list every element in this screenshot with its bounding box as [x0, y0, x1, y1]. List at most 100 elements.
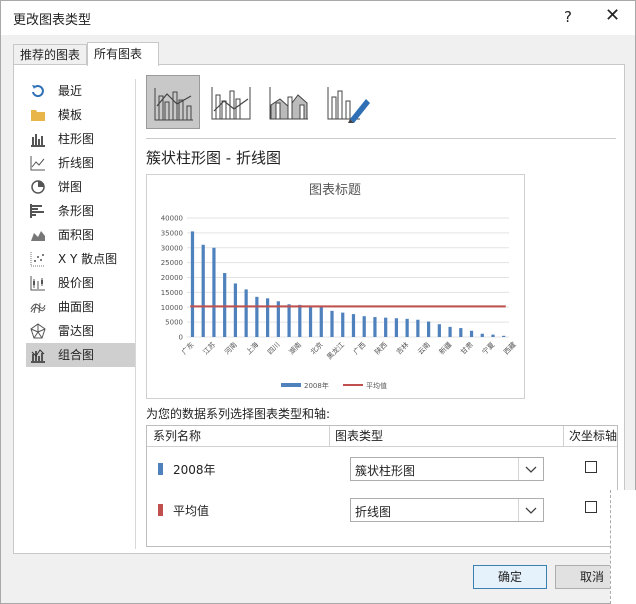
- bar: [233, 283, 238, 337]
- sidebar-item-bar[interactable]: 条形图: [26, 199, 136, 223]
- bar: [362, 316, 366, 337]
- bar: [190, 231, 195, 337]
- subtype-custom-combination[interactable]: [320, 75, 374, 129]
- radar-chart-icon: [30, 323, 46, 339]
- all-charts-panel: 最近 模板 柱形图 折线图 饼图 条形图 面积图 X Y 散点图 股价图 曲面图…: [13, 64, 625, 554]
- chart-subtype-heading: 簇状柱形图 - 折线图: [146, 149, 281, 167]
- title-bar: 更改图表类型 ? ✕: [1, 1, 635, 35]
- gallery-divider: [146, 138, 616, 139]
- dialog-title: 更改图表类型: [13, 13, 92, 28]
- series-color-swatch: [158, 463, 163, 475]
- subtype-clustered-column-line-secondary[interactable]: [204, 75, 258, 129]
- x-tick-label: 西藏: [502, 340, 518, 356]
- bar: [330, 310, 334, 337]
- tab-recommended-charts[interactable]: 推荐的图表: [13, 44, 87, 64]
- secondary-axis-checkbox-average[interactable]: [585, 501, 597, 513]
- sidebar-item-line[interactable]: 折线图: [26, 151, 136, 175]
- folder-icon: [31, 110, 45, 121]
- y-tick-label: 20000: [161, 274, 183, 282]
- sidebar-item-surface[interactable]: 曲面图: [26, 295, 136, 319]
- scatter-chart-icon: [30, 252, 45, 267]
- chart-preview: 图表标题 0 5000 10000 15000 20000 25000 30000 35000…: [146, 174, 525, 399]
- x-tick-label: 河南: [222, 340, 238, 356]
- subtype-stacked-area-column[interactable]: [262, 75, 316, 129]
- bar: [212, 247, 216, 337]
- sidebar-item-label: 面积图: [58, 228, 95, 242]
- sidebar-item-label: 雷达图: [58, 324, 95, 338]
- bar: [223, 273, 227, 337]
- sidebar-item-recent[interactable]: 最近: [26, 79, 136, 103]
- select-value: 簇状柱形图: [355, 464, 416, 478]
- legend-label-2008: 2008年: [304, 381, 329, 390]
- sidebar-item-scatter[interactable]: X Y 散点图: [26, 247, 136, 271]
- y-tick-label: 35000: [161, 229, 183, 237]
- x-tick-label: 上海: [244, 340, 260, 356]
- chevron-down-icon[interactable]: [518, 499, 543, 521]
- header-underline: [147, 446, 617, 447]
- x-tick-label: 广东: [180, 340, 196, 356]
- bar: [373, 317, 377, 337]
- y-tick-label: 25000: [161, 259, 183, 267]
- series-name-average: 平均值: [173, 504, 210, 518]
- bar: [437, 324, 441, 337]
- sidebar-item-label: 股价图: [58, 276, 95, 290]
- sidebar-divider: [135, 79, 136, 549]
- combo-chart-icon: [31, 349, 45, 363]
- bar: [469, 330, 474, 337]
- x-tick-label: 北京: [308, 340, 324, 356]
- close-button[interactable]: ✕: [605, 5, 620, 26]
- chart-type-select-2008[interactable]: 簇状柱形图: [350, 457, 544, 481]
- bar: [287, 304, 291, 337]
- sidebar-item-stock[interactable]: 股价图: [26, 271, 136, 295]
- y-tick-label: 5000: [165, 319, 183, 327]
- clustered-column-line-secondary-icon: [211, 87, 251, 120]
- ok-button[interactable]: 确定: [473, 565, 547, 589]
- secondary-axis-checkbox-2008[interactable]: [585, 461, 597, 473]
- sidebar-item-label: 饼图: [58, 180, 83, 194]
- series-table: 系列名称 图表类型 次坐标轴 2008年 簇状柱形图 平均值 折线图: [146, 425, 618, 547]
- change-chart-type-dialog: 更改图表类型 ? ✕ 推荐的图表 所有图表 最近 模板 柱形图 折线图 饼图 条…: [0, 0, 636, 604]
- sidebar-item-label: 条形图: [58, 204, 95, 218]
- sidebar-item-label: 组合图: [58, 348, 95, 362]
- y-tick-label: 15000: [161, 289, 183, 297]
- clustered-column-line-icon: [154, 88, 193, 121]
- x-tick-label: 江苏: [201, 340, 217, 356]
- sidebar-item-label: X Y 散点图: [58, 252, 118, 266]
- chevron-down-icon[interactable]: [518, 458, 543, 480]
- bar: [448, 326, 452, 337]
- bar: [384, 317, 388, 337]
- y-tick-label: 10000: [161, 304, 183, 312]
- y-tick-label: 40000: [161, 215, 183, 223]
- x-tick-label: 吉林: [394, 340, 410, 356]
- sidebar-item-label: 最近: [58, 84, 83, 98]
- background-worksheet: [610, 490, 636, 604]
- x-tick-label: 甘肃: [459, 340, 475, 356]
- sidebar-item-templates[interactable]: 模板: [26, 103, 136, 127]
- sidebar-item-area[interactable]: 面积图: [26, 223, 136, 247]
- bar: [308, 305, 313, 337]
- column-chart-icon: [31, 134, 45, 147]
- surface-chart-icon: [30, 302, 46, 314]
- bar: [480, 333, 484, 337]
- subtype-clustered-column-line[interactable]: [146, 75, 200, 129]
- chart-type-select-average[interactable]: 折线图: [350, 498, 544, 522]
- sidebar-item-combo[interactable]: 组合图: [26, 343, 136, 367]
- series-color-swatch: [158, 504, 163, 516]
- sidebar-item-label: 折线图: [58, 156, 95, 170]
- legend-swatch-2008: [281, 383, 301, 387]
- help-button[interactable]: ?: [564, 8, 572, 26]
- bar: [201, 244, 205, 337]
- series-name-2008: 2008年: [173, 463, 216, 477]
- bar: [244, 289, 248, 337]
- sidebar-item-label: 模板: [58, 108, 83, 122]
- x-tick-label: 宁夏: [480, 340, 496, 356]
- sidebar-item-column[interactable]: 柱形图: [26, 127, 136, 151]
- x-tick-label: 黑龙江: [325, 340, 346, 361]
- stacked-area-column-icon: [269, 87, 308, 120]
- sidebar-item-radar[interactable]: 雷达图: [26, 319, 136, 343]
- bar: [416, 319, 420, 337]
- tab-all-charts[interactable]: 所有图表: [87, 42, 159, 66]
- header-series-name: 系列名称: [153, 429, 202, 443]
- sidebar-item-pie[interactable]: 饼图: [26, 175, 136, 199]
- bar: [319, 306, 323, 337]
